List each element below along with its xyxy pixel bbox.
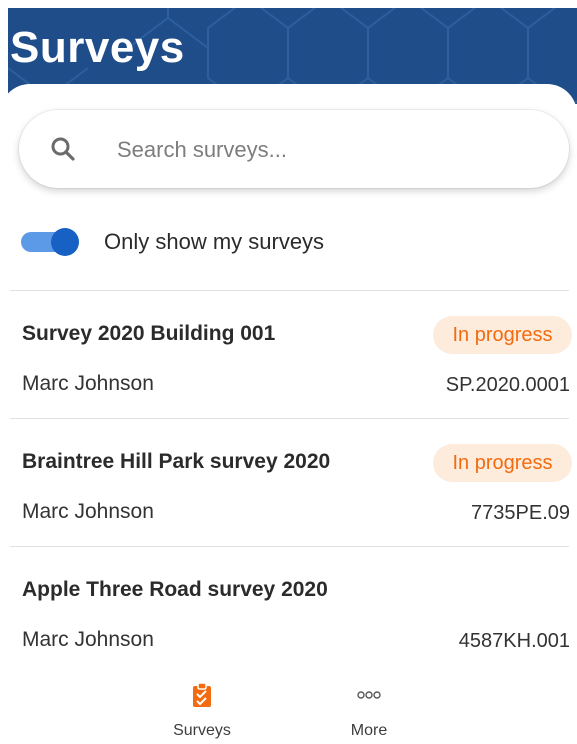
more-dots-icon [357, 691, 381, 699]
survey-code: 4587KH.001 [458, 630, 570, 652]
survey-title: Braintree Hill Park survey 2020 [22, 450, 331, 473]
nav-label-surveys: Surveys [173, 722, 231, 739]
list-divider [10, 418, 569, 419]
survey-owner: Marc Johnson [22, 500, 154, 523]
toggle-label: Only show my surveys [104, 229, 325, 254]
list-divider [10, 546, 569, 547]
clipboard-icon [193, 682, 211, 707]
list-divider [10, 290, 569, 291]
toggle-knob [51, 228, 79, 256]
survey-title: Apple Three Road survey 2020 [22, 578, 328, 601]
search-icon [51, 137, 75, 161]
nav-item-more[interactable]: More [309, 670, 429, 744]
nav-item-surveys[interactable]: Surveys [142, 670, 262, 744]
survey-code: 7735PE.09 [471, 502, 570, 524]
search-input[interactable] [115, 130, 549, 170]
nav-label-more: More [350, 722, 388, 739]
bottom-nav: Surveys More [0, 670, 577, 744]
only-mine-toggle[interactable] [21, 228, 79, 256]
survey-title: Survey 2020 Building 001 [22, 322, 276, 345]
status-badge: In progress [433, 444, 572, 482]
survey-owner: Marc Johnson [22, 628, 154, 651]
status-badge: In progress [433, 316, 572, 354]
survey-owner: Marc Johnson [22, 372, 154, 395]
search-bar[interactable] [19, 110, 569, 188]
page-title: Surveys [10, 23, 185, 72]
survey-code: SP.2020.0001 [445, 374, 570, 396]
